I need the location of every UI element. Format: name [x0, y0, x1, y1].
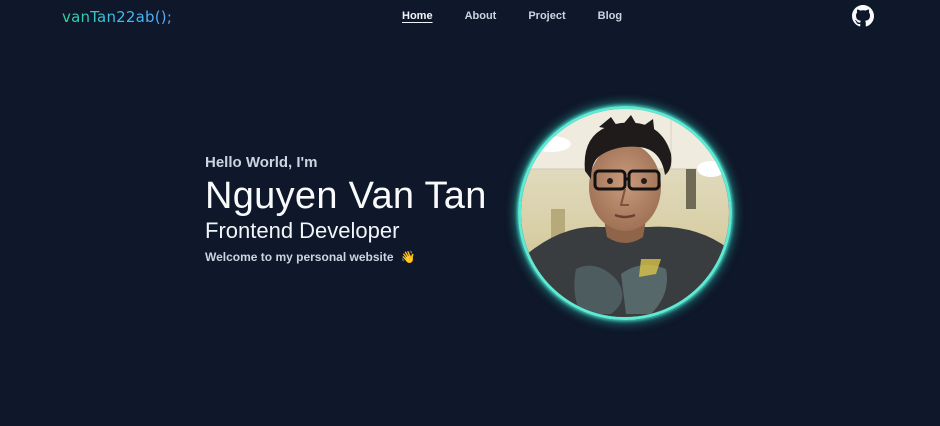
hero-welcome: Welcome to my personal website 👋 [205, 250, 487, 264]
hero-greeting: Hello World, I'm [205, 154, 318, 171]
site-header: vanTan22ab(); Home About Project Blog [0, 0, 940, 34]
site-logo[interactable]: vanTan22ab(); [62, 8, 172, 26]
main-nav: Home About Project Blog [402, 10, 654, 24]
profile-photo-illustration [521, 109, 729, 317]
github-icon[interactable] [852, 5, 874, 27]
hero-welcome-text: Welcome to my personal website [205, 250, 394, 264]
hero-intro: Hello World, I'm Nguyen Van Tan Frontend… [205, 154, 487, 264]
profile-photo [518, 106, 732, 320]
nav-blog-link[interactable]: Blog [598, 10, 622, 24]
hero-name: Nguyen Van Tan [205, 175, 487, 217]
nav-project-link[interactable]: Project [528, 10, 565, 24]
waving-hand-icon: 👋 [400, 250, 416, 264]
nav-home-link[interactable]: Home [402, 10, 433, 24]
hero-role: Frontend Developer [205, 218, 400, 243]
github-icon-glyph [852, 5, 874, 27]
nav-about-link[interactable]: About [465, 10, 497, 24]
page: vanTan22ab(); Home About Project Blog He… [0, 0, 940, 426]
